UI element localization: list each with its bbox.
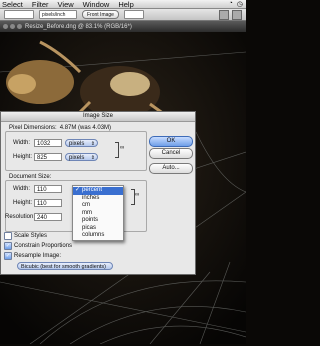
menu-bar: Select Filter View Window Help ◔ ◷: [0, 0, 246, 9]
resolution-unit-field[interactable]: pixels/inch: [39, 10, 77, 19]
menu-item-picas[interactable]: picas: [73, 225, 123, 233]
menubar-status: ◔ ◷: [229, 0, 246, 8]
ok-button[interactable]: OK: [149, 136, 193, 147]
menu-select[interactable]: Select: [2, 0, 23, 9]
menu-help[interactable]: Help: [118, 0, 133, 9]
pixel-height-unit-label: pixels: [69, 155, 85, 161]
scale-styles-checkbox[interactable]: Scale Styles: [4, 232, 47, 240]
constrain-proportions-checkbox[interactable]: ✓ Constrain Proportions: [4, 242, 72, 250]
menu-window[interactable]: Window: [83, 0, 110, 9]
pixel-height-unit-select[interactable]: pixels ⇕: [65, 153, 98, 161]
doc-width-label: Width:: [13, 186, 31, 192]
window-controls: [3, 24, 22, 29]
document-titlebar: Resize_Before.dng @ 83.1% (RGB/16*): [0, 21, 246, 32]
wifi-icon: ◔: [228, 0, 233, 7]
pixel-width-unit-label: pixels: [69, 141, 85, 147]
doc-height-input[interactable]: 110: [34, 199, 62, 207]
pixel-height-row: Height: 825 pixels ⇕: [13, 153, 98, 161]
doc-width-input[interactable]: 110: [34, 185, 62, 193]
menu-filter[interactable]: Filter: [32, 0, 49, 9]
resolution-row: Resolution: 240: [5, 213, 62, 221]
menu-item-mm[interactable]: mm: [73, 210, 123, 218]
pixel-height-label: Height:: [13, 154, 33, 160]
menu-item-points[interactable]: points: [73, 217, 123, 225]
resample-image-checkbox[interactable]: ✓ Resample Image:: [4, 252, 61, 260]
zoom-icon[interactable]: [17, 24, 22, 29]
resample-image-label: Resample Image:: [14, 253, 62, 259]
minimize-icon[interactable]: [10, 24, 15, 29]
doc-height-row: Height: 110: [13, 199, 62, 207]
resolution-input[interactable]: 240: [34, 213, 62, 221]
cancel-button[interactable]: Cancel: [149, 148, 193, 159]
front-image-button[interactable]: Front Image: [82, 10, 119, 19]
option-field-blank[interactable]: [4, 10, 34, 19]
doc-height-label: Height:: [13, 200, 33, 206]
menu-item-percent[interactable]: percent: [73, 187, 123, 195]
checkmark-icon: ✓: [4, 242, 12, 250]
dialog-title: Image Size: [1, 112, 195, 122]
option-icons: [219, 9, 246, 20]
pixel-width-unit-select[interactable]: pixels ⇕: [65, 139, 98, 147]
options-bar: pixels/inch Front Image: [0, 9, 246, 21]
close-icon[interactable]: [3, 24, 8, 29]
checkmark-icon: ✓: [4, 252, 12, 260]
doc-width-row: Width: 110: [13, 185, 62, 193]
scale-styles-label: Scale Styles: [14, 233, 48, 239]
pixel-width-label: Width:: [13, 140, 31, 146]
clock-icon: ◷: [236, 1, 243, 8]
workspace-icon[interactable]: [232, 9, 242, 20]
menu-view[interactable]: View: [58, 0, 74, 9]
pixel-width-input[interactable]: 1032: [34, 139, 62, 147]
menu-item-columns[interactable]: columns: [73, 232, 123, 240]
auto-button[interactable]: Auto...: [149, 163, 193, 174]
unit-dropdown-menu: percent inches cm mm points picas column…: [72, 185, 124, 241]
resample-method-select[interactable]: Bicubic (best for smooth gradients): [17, 262, 113, 270]
pixel-link-bracket: [115, 142, 119, 158]
document-title: Resize_Before.dng @ 83.1% (RGB/16*): [25, 23, 132, 30]
resample-method-label: Bicubic (best for smooth gradients): [21, 264, 106, 270]
menu-item-inches[interactable]: inches: [73, 195, 123, 203]
constrain-proportions-label: Constrain Proportions: [14, 243, 73, 249]
menu-item-cm[interactable]: cm: [73, 202, 123, 210]
pixel-dimensions-group: [5, 131, 147, 171]
chain-link-icon: ∞: [120, 145, 125, 151]
chevron-updown-icon: ⇕: [90, 141, 95, 147]
chain-link-icon: ∞: [135, 192, 140, 198]
pixel-height-input[interactable]: 825: [34, 153, 62, 161]
checkbox-box: [4, 232, 12, 240]
option-clear-field[interactable]: [123, 10, 144, 19]
pixel-width-row: Width: 1032 pixels ⇕: [13, 139, 98, 147]
brushes-icon[interactable]: [219, 9, 229, 20]
resolution-label: Resolution:: [5, 214, 36, 220]
chevron-updown-icon: ⇕: [90, 155, 95, 161]
